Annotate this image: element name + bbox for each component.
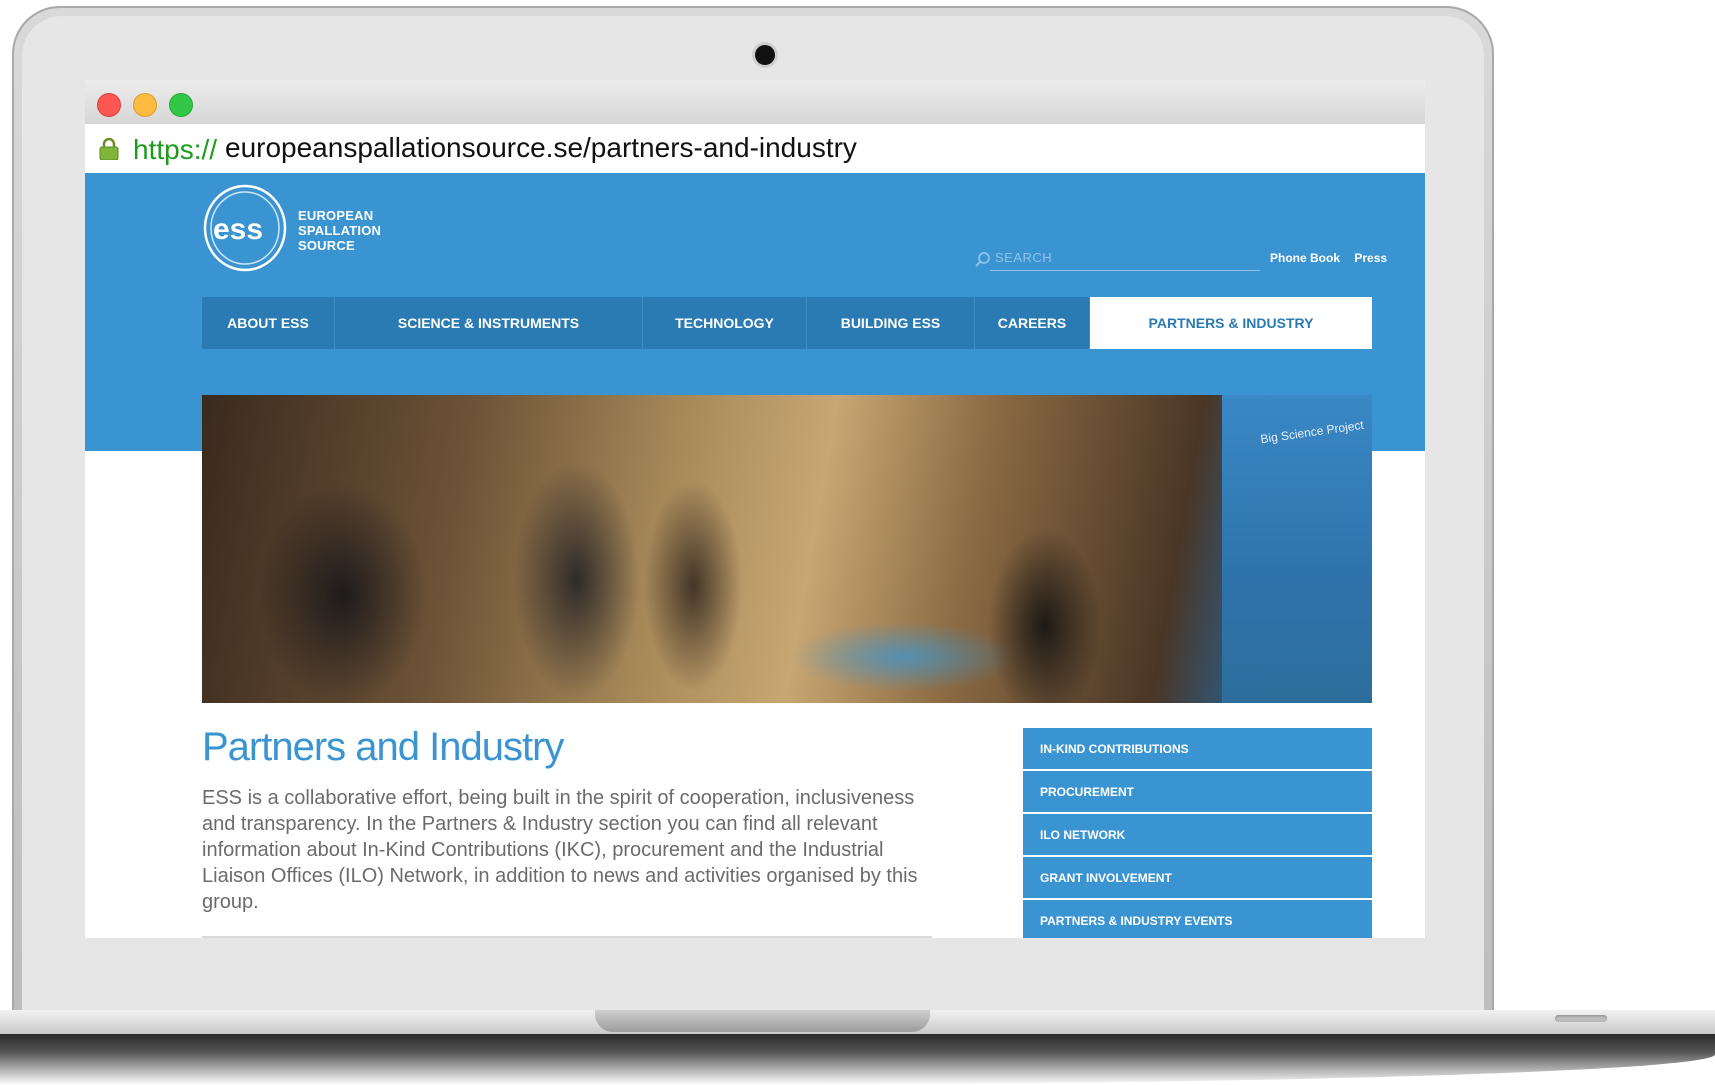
- hero-banner-text: Big Science Project: [1259, 417, 1365, 447]
- hero-photo: [202, 395, 1372, 703]
- hero-rollup-banner: Big Science Project: [1222, 395, 1372, 703]
- laptop-indent: [1555, 1015, 1607, 1022]
- nav-careers[interactable]: CAREERS: [975, 297, 1090, 349]
- url-scheme: https://: [133, 134, 218, 165]
- url-text: europeanspallationsource.se/partners-and…: [225, 132, 857, 163]
- divider: [202, 936, 932, 938]
- laptop-hinge: [595, 1010, 930, 1032]
- side-item-in-kind-contributions[interactable]: IN-KIND CONTRIBUTIONS: [1023, 728, 1372, 769]
- laptop-shadow: [0, 1034, 1715, 1085]
- address-bar[interactable]: https:// europeanspallationsource.se/par…: [85, 124, 1425, 174]
- ess-logo[interactable]: ess EUROPEAN SPALLATION SOURCE: [201, 181, 401, 279]
- browser-titlebar: [85, 80, 1425, 124]
- nav-technology[interactable]: TECHNOLOGY: [643, 297, 807, 349]
- search-placeholder: SEARCH: [995, 250, 1053, 265]
- hero-image: Big Science Project: [202, 395, 1372, 703]
- logo-line: EUROPEAN: [298, 208, 374, 223]
- close-window-button[interactable]: [97, 93, 121, 117]
- press-link[interactable]: Press: [1354, 251, 1387, 265]
- camera-icon: [755, 45, 775, 65]
- side-item-partners-industry-events[interactable]: PARTNERS & INDUSTRY EVENTS: [1023, 900, 1372, 938]
- side-item-grant-involvement[interactable]: GRANT INVOLVEMENT: [1023, 857, 1372, 898]
- side-item-procurement[interactable]: PROCUREMENT: [1023, 771, 1372, 812]
- utility-links: Phone Book Press: [1270, 251, 1398, 265]
- maximize-window-button[interactable]: [169, 93, 193, 117]
- nav-building-ess[interactable]: BUILDING ESS: [807, 297, 975, 349]
- side-item-ilo-network[interactable]: ILO NETWORK: [1023, 814, 1372, 855]
- search-icon: [975, 252, 990, 267]
- search-input[interactable]: SEARCH: [975, 248, 1260, 271]
- minimize-window-button[interactable]: [133, 93, 157, 117]
- logo-text: EUROPEAN SPALLATION SOURCE: [298, 208, 381, 253]
- logo-line: SPALLATION: [298, 223, 382, 238]
- nav-science-instruments[interactable]: SCIENCE & INSTRUMENTS: [335, 297, 643, 349]
- main-nav: ABOUT ESS SCIENCE & INSTRUMENTS TECHNOLO…: [202, 297, 1372, 349]
- screen: https:// europeanspallationsource.se/par…: [85, 80, 1425, 938]
- page-title: Partners and Industry: [202, 725, 564, 769]
- nav-partners-industry[interactable]: PARTNERS & INDUSTRY: [1090, 297, 1372, 349]
- lock-icon: [99, 138, 119, 160]
- svg-text:ess: ess: [213, 213, 263, 246]
- side-menu: IN-KIND CONTRIBUTIONS PROCUREMENT ILO NE…: [1023, 728, 1372, 938]
- ess-logo-icon: ess: [203, 184, 287, 272]
- phone-book-link[interactable]: Phone Book: [1270, 251, 1340, 265]
- intro-paragraph: ESS is a collaborative effort, being bui…: [202, 787, 918, 913]
- logo-line: SOURCE: [298, 238, 355, 253]
- nav-about-ess[interactable]: ABOUT ESS: [202, 297, 335, 349]
